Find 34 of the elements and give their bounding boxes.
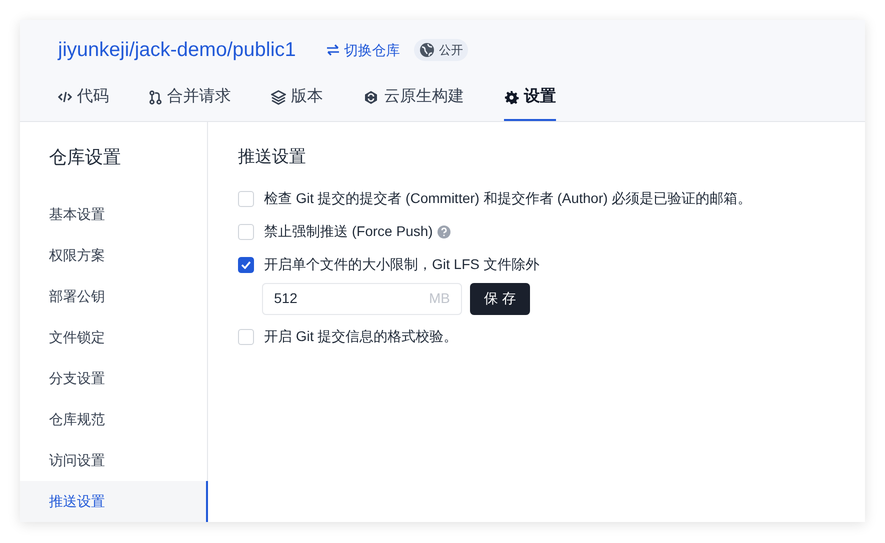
nav-tab[interactable]: 版本	[271, 85, 323, 121]
size-input-field[interactable]: 512 MB	[262, 282, 462, 314]
sidebar-title: 仓库设置	[48, 146, 122, 169]
switch-repo-link[interactable]: 切换仓库	[326, 40, 400, 60]
section-title: 推送设置	[238, 146, 307, 168]
settings-icon	[504, 90, 519, 104]
code-icon	[58, 91, 72, 103]
layers-icon	[271, 90, 286, 104]
sidebar-item[interactable]: 推送设置	[20, 481, 208, 522]
sidebar-item[interactable]: 部署公钥	[20, 276, 207, 317]
checkbox[interactable]	[238, 256, 254, 272]
merge-icon	[149, 90, 162, 104]
help-icon[interactable]	[436, 224, 451, 238]
visibility-badge: 公开	[414, 39, 468, 61]
nav-tab[interactable]: 代码	[58, 85, 109, 121]
option-label: 检查 Git 提交的提交者 (Committer) 和提交作者 (Author) 必须是已验证的邮箱。	[264, 189, 752, 208]
nav-tab[interactable]: 云原生构建	[363, 85, 464, 121]
nav-tab[interactable]: 合并请求	[149, 85, 231, 121]
option-label: 开启 Git 提交信息的格式校验。	[264, 327, 458, 346]
sidebar-item[interactable]: 仓库规范	[20, 399, 207, 440]
option-label: 禁止强制推送 (Force Push)	[264, 222, 433, 241]
nav-tab[interactable]: 设置	[504, 85, 556, 121]
sidebar-item[interactable]: 基本设置	[20, 194, 207, 235]
globe-icon	[418, 42, 435, 58]
cloud-build-icon	[363, 90, 379, 104]
sidebar-item[interactable]: 访问设置	[20, 440, 207, 481]
option-label: 开启单个文件的大小限制，Git LFS 文件除外	[264, 255, 540, 274]
repo-path-link[interactable]: jiyunkeji/jack-demo/public1	[58, 35, 296, 65]
sidebar-item[interactable]: 分支设置	[20, 358, 207, 399]
checkmark-icon	[241, 260, 251, 268]
swap-icon	[326, 44, 340, 56]
sidebar-item[interactable]: 权限方案	[20, 235, 207, 276]
save-button[interactable]: 保 存	[470, 282, 530, 314]
sidebar-item[interactable]: 文件锁定	[20, 317, 207, 358]
